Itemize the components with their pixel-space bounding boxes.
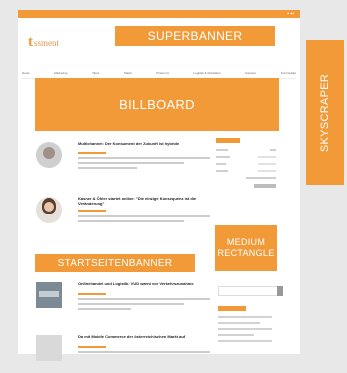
article-headline[interactable]: Multichannel: Der Konsument der Zukunft … — [78, 141, 212, 146]
article-teaser[interactable]: Da mit Mobile Commerce der österreichisc… — [36, 333, 214, 373]
sidebar-row — [216, 156, 276, 158]
skyscraper-ad: SKYSCRAPER — [306, 40, 344, 185]
article-teaser[interactable]: Kasner & Öhler startet online: "Die einz… — [36, 195, 214, 235]
article-excerpt — [78, 293, 210, 313]
article-thumbnail — [36, 335, 62, 361]
article-thumbnail — [36, 142, 62, 168]
superbanner-ad: SUPERBANNER — [115, 26, 275, 46]
sidebar-row — [216, 163, 276, 165]
sidebar-widget — [216, 138, 276, 193]
article-excerpt — [78, 346, 210, 356]
skyscraper-label: SKYSCRAPER — [319, 73, 332, 152]
article-headline[interactable]: Kasner & Öhler startet online: "Die einz… — [78, 196, 212, 206]
nav-item[interactable]: Praxis Ist — [156, 71, 168, 75]
sidebar-tag — [216, 138, 240, 143]
sidebar-button[interactable] — [254, 184, 276, 188]
canvas: ▪ ▪▪ t ssment News Marketing Tipps Markt… — [0, 0, 347, 361]
billboard-ad: BILLBOARD — [35, 78, 279, 131]
site-logo[interactable]: t ssment — [28, 34, 59, 51]
article-headline[interactable]: Onlinehandel und Logistik: VUD warnt vor… — [78, 281, 212, 286]
sidebar-row — [216, 170, 276, 172]
nav-item[interactable]: Tipps — [92, 71, 99, 75]
medium-rectangle-label-line2: RECTANGLE — [217, 248, 275, 258]
sidebar-row — [216, 184, 276, 188]
sidebar-tag — [218, 306, 246, 311]
top-bar-links[interactable]: ▪ ▪▪ — [287, 11, 294, 17]
nav-item[interactable]: Kurzmeldet — [281, 71, 296, 75]
nav-item[interactable]: News — [22, 71, 30, 75]
logo-mark: t — [28, 34, 33, 50]
medium-rectangle-ad: MEDIUM RECTANGLE — [215, 225, 277, 271]
nav-item[interactable]: Karriere — [245, 71, 256, 75]
search-input[interactable] — [218, 286, 283, 296]
article-thumbnail — [36, 197, 62, 223]
nav-item[interactable]: Marketing — [54, 71, 67, 75]
article-thumbnail — [36, 282, 62, 308]
nav-item[interactable]: Logistik & Abwicklen — [193, 71, 220, 75]
article-teaser[interactable]: Multichannel: Der Konsument der Zukunft … — [36, 140, 214, 180]
sidebar-search-widget — [218, 286, 283, 346]
article-excerpt — [78, 152, 210, 172]
top-bar: ▪ ▪▪ — [18, 10, 300, 18]
medium-rectangle-label-line1: MEDIUM — [226, 237, 266, 247]
logo-wordmark: ssment — [34, 37, 60, 48]
nav-item[interactable]: Markt — [124, 71, 132, 75]
article-headline[interactable]: Da mit Mobile Commerce der österreichisc… — [78, 334, 212, 339]
article-teaser[interactable]: Onlinehandel und Logistik: VUD warnt vor… — [36, 280, 214, 320]
article-excerpt — [78, 210, 210, 225]
sidebar-row — [216, 149, 276, 151]
startseitenbanner-ad: STARTSEITENBANNER — [35, 254, 195, 272]
sidebar-row — [216, 177, 276, 179]
